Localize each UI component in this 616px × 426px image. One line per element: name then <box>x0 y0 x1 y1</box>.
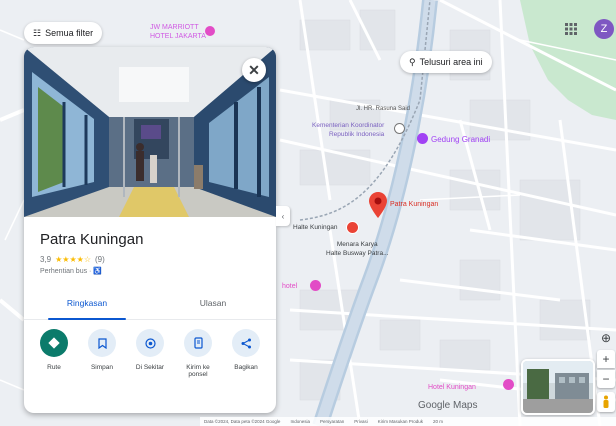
google-maps-logo: Google Maps <box>418 400 478 411</box>
all-filters-chip[interactable]: ☷ Semua filter <box>24 22 103 44</box>
nearby-icon <box>136 329 164 357</box>
directions-label: Rute <box>47 364 61 371</box>
poi-halte-kuningan-label[interactable]: Halte Kuningan <box>293 223 337 232</box>
place-title: Patra Kuningan <box>40 231 144 248</box>
poi-hotel-left-label[interactable]: hotel <box>282 282 297 291</box>
zoom-out-icon: − <box>602 372 610 386</box>
street-view-image <box>523 361 593 413</box>
poi-hotel-bottom-label[interactable]: Hotel Kuningan <box>428 383 476 392</box>
hotel-left-pin-icon[interactable] <box>310 280 321 291</box>
send-to-phone-icon <box>184 329 212 357</box>
place-tabs: Ringkasan Ulasan <box>24 291 276 320</box>
chevron-left-icon: ‹ <box>281 211 285 221</box>
footer-feedback-link[interactable]: Kirim Masukan Produk <box>378 419 423 424</box>
close-icon: ✕ <box>248 61 260 78</box>
zoom-out-button[interactable]: − <box>597 370 615 388</box>
rating-row[interactable]: 3,9 ★★★★☆ (9) <box>40 255 105 264</box>
street-label: Jl. HR. Rasuna Said <box>356 106 411 112</box>
pegman-icon <box>603 395 609 408</box>
share-label: Bagikan <box>234 364 258 371</box>
pegman-street-view-button[interactable] <box>597 392 615 412</box>
footer-scale[interactable]: 20 m <box>433 419 443 424</box>
street-view-thumbnail[interactable] <box>521 359 595 415</box>
send-to-phone-label: Kirim ke ponsel <box>186 364 210 378</box>
rating-value: 3,9 <box>40 255 52 264</box>
action-buttons-row: Rute Simpan Di Sekitar Kirim ke ponsel B… <box>24 329 276 378</box>
close-panel-button[interactable]: ✕ <box>242 58 266 82</box>
filter-icon: ☷ <box>33 27 42 38</box>
map-footer: Data ©2024, Data peta ©2024 Google Indon… <box>200 417 616 426</box>
search-icon: ⚲ <box>409 56 416 67</box>
footer-country[interactable]: Indonesia <box>290 419 310 424</box>
my-location-button[interactable]: ⊕ <box>597 329 615 347</box>
hotel-bottom-pin-icon[interactable] <box>503 379 514 390</box>
apps-grid-icon <box>565 23 577 35</box>
zoom-in-icon: + <box>602 352 610 366</box>
directions-button[interactable]: Rute <box>32 329 76 378</box>
place-category: Perhentian bus · ♿ <box>40 268 103 275</box>
gedung-pin-icon[interactable] <box>417 133 428 144</box>
bookmark-icon <box>88 329 116 357</box>
footer-terms-link[interactable]: Persyaratan <box>320 419 344 424</box>
nearby-label: Di Sekitar <box>135 364 165 371</box>
send-to-phone-button[interactable]: Kirim ke ponsel <box>176 329 220 378</box>
save-button[interactable]: Simpan <box>80 329 124 378</box>
search-this-area-button[interactable]: ⚲ Telusuri area ini <box>400 51 492 73</box>
footer-privacy-link[interactable]: Privasi <box>354 419 368 424</box>
all-filters-label: Semua filter <box>45 28 94 38</box>
tab-ringkasan[interactable]: Ringkasan <box>24 291 150 320</box>
search-this-area-label: Telusuri area ini <box>419 57 483 67</box>
google-apps-icon[interactable] <box>562 20 580 38</box>
share-button[interactable]: Bagikan <box>224 329 268 378</box>
poi-kementerian-label[interactable]: Kementerian Koordinator Republik Indones… <box>312 121 384 139</box>
share-icon <box>232 329 260 357</box>
poi-menara-karya-label[interactable]: Menara Karya Halte Busway Patra... <box>326 240 389 258</box>
poi-patra-kuningan-label[interactable]: Patra Kuningan <box>390 200 438 209</box>
nearby-button[interactable]: Di Sekitar <box>128 329 172 378</box>
halte-pin-icon[interactable] <box>346 221 359 234</box>
account-avatar[interactable]: Z <box>594 19 614 39</box>
zoom-in-button[interactable]: + <box>597 350 615 368</box>
review-count[interactable]: (9) <box>95 255 105 264</box>
poi-marriott-label[interactable]: JW MARRIOTT HOTEL JAKARTA <box>150 23 206 41</box>
selected-location-pin-icon[interactable] <box>369 192 387 218</box>
directions-icon <box>40 329 68 357</box>
rating-stars-icon: ★★★★☆ <box>55 255 91 264</box>
place-photo[interactable] <box>24 47 276 217</box>
footer-attribution: Data ©2024, Data peta ©2024 Google <box>204 419 281 424</box>
collapse-panel-button[interactable]: ‹ <box>276 206 290 226</box>
marriott-pin-icon[interactable] <box>205 26 215 36</box>
tab-ulasan[interactable]: Ulasan <box>150 291 276 319</box>
place-details-panel: ✕ Patra Kuningan 3,9 ★★★★☆ (9) Perhentia… <box>24 47 276 413</box>
my-location-icon: ⊕ <box>600 331 612 345</box>
poi-gedung-label[interactable]: Gedung Granadi <box>431 135 490 144</box>
kementerian-pin-icon[interactable] <box>394 123 405 134</box>
save-label: Simpan <box>90 364 114 371</box>
